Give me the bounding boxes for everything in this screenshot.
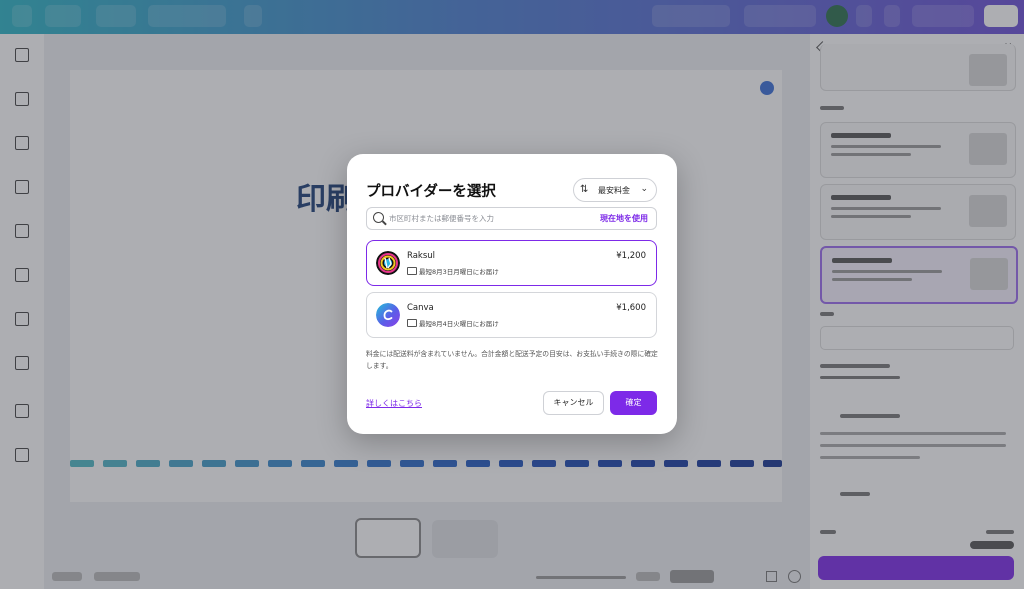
provider-dialog: プロバイダーを選択 ⇅ 最安料金 ⌄ 現在地を使用 Raksul ¥1,200 … <box>347 154 677 434</box>
sort-label: 最安料金 <box>598 186 630 195</box>
provider-option-raksul[interactable]: Raksul ¥1,200 最短8月3日月曜日にお届け <box>366 240 657 286</box>
search-icon <box>373 212 384 223</box>
confirm-button[interactable]: 確定 <box>610 391 657 415</box>
truck-icon <box>407 267 417 275</box>
location-input[interactable] <box>389 211 569 226</box>
sort-arrows-icon: ⇅ <box>580 184 589 195</box>
delivery-estimate: 最短8月4日火曜日にお届け <box>419 320 499 328</box>
shipping-note: 料金には配送料が含まれていません。合計金額と配送予定の目安は、お支払い手続きの際… <box>366 350 658 370</box>
provider-price: ¥1,200 <box>616 251 646 261</box>
truck-icon <box>407 319 417 327</box>
provider-option-canva[interactable]: Canva ¥1,600 最短8月4日火曜日にお届け <box>366 292 657 338</box>
chevron-down-icon: ⌄ <box>640 184 648 194</box>
use-location-link[interactable]: 現在地を使用 <box>600 213 648 224</box>
provider-name: Canva <box>407 303 434 313</box>
provider-name: Raksul <box>407 251 436 261</box>
canva-logo <box>376 303 400 327</box>
dialog-title: プロバイダーを選択 <box>366 184 496 200</box>
cancel-button[interactable]: キャンセル <box>543 391 604 415</box>
learn-more-link[interactable]: 詳しくはこちら <box>366 398 422 409</box>
sort-dropdown[interactable]: ⇅ 最安料金 ⌄ <box>573 178 657 202</box>
location-search[interactable]: 現在地を使用 <box>366 207 657 230</box>
provider-price: ¥1,600 <box>616 303 646 313</box>
raksul-logo <box>376 251 400 275</box>
delivery-estimate: 最短8月3日月曜日にお届け <box>419 268 499 276</box>
